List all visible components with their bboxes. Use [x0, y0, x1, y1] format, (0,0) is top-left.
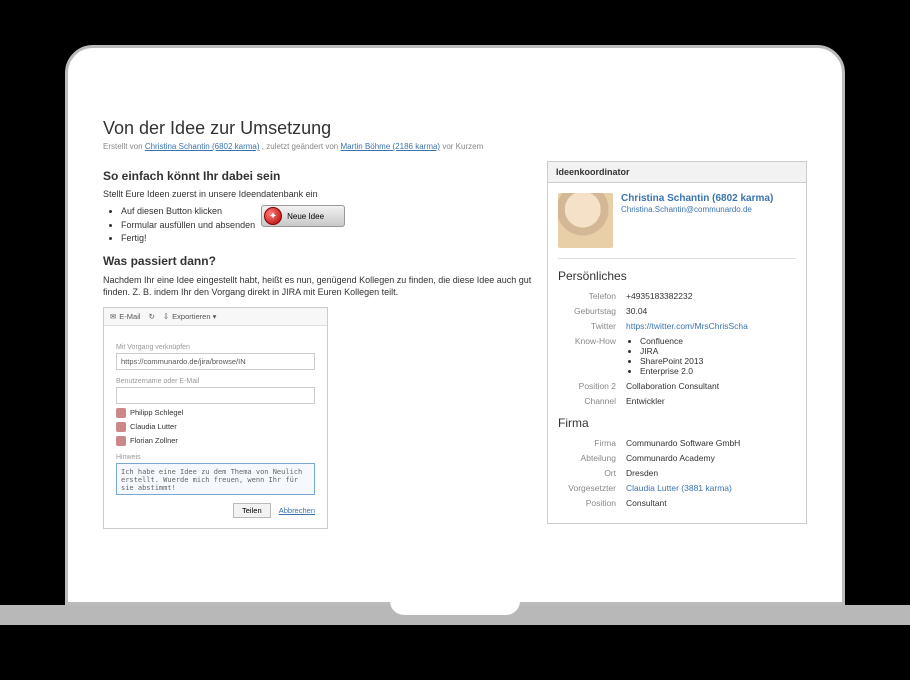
editor-link[interactable]: Martin Böhme (2186 karma)	[341, 142, 441, 151]
supervisor-link[interactable]: Claudia Lutter (3881 karma)	[626, 483, 732, 493]
lightbulb-icon: ✦	[264, 207, 282, 225]
birthday-value: 30.04	[626, 306, 796, 316]
profile-photo	[558, 193, 613, 248]
position-value: Consultant	[626, 498, 796, 508]
page-content: Von der Idee zur Umsetzung Erstellt von …	[68, 48, 842, 549]
share-tabs: ✉ E-Mail ↻ ⇩ Exportieren ▾	[104, 308, 327, 326]
sidebar: Ideenkoordinator Christina Schantin (680…	[547, 161, 807, 529]
channel-value: Entwickler	[626, 396, 796, 406]
abteilung-value: Communardo Academy	[626, 453, 796, 463]
user-chip[interactable]: Florian Zollner	[116, 436, 315, 446]
link-input[interactable]	[116, 353, 315, 370]
body-text: Nachdem Ihr eine Idee eingestellt habt, …	[103, 274, 533, 299]
steps-list: Auf diesen Button klicken Formular ausfü…	[103, 205, 255, 246]
laptop-notch	[390, 605, 520, 625]
note-label: Hinweis	[116, 454, 315, 461]
avatar-icon	[116, 436, 126, 446]
share-panel: ✉ E-Mail ↻ ⇩ Exportieren ▾ Mit Vorgang v…	[103, 307, 328, 529]
personal-head: Persönliches	[558, 269, 796, 283]
note-textarea[interactable]: Ich habe eine Idee zu dem Thema von Neul…	[116, 463, 315, 495]
user-chip[interactable]: Philipp Schlegel	[116, 408, 315, 418]
telefon-value: +4935183382232	[626, 291, 796, 301]
profile-email-link[interactable]: Christina.Schantin@communardo.de	[621, 205, 752, 214]
page-title: Von der Idee zur Umsetzung	[103, 118, 807, 139]
coordinator-card: Ideenkoordinator Christina Schantin (680…	[547, 161, 807, 524]
knowhow-list: Confluence JIRA SharePoint 2013 Enterpri…	[626, 336, 796, 376]
section-head-1: So einfach könnt Ihr dabei sein	[103, 169, 533, 183]
link-label: Mit Vorgang verknüpfen	[116, 344, 315, 351]
user-chip[interactable]: Claudia Lutter	[116, 422, 315, 432]
avatar-icon	[116, 408, 126, 418]
section-head-2: Was passiert dann?	[103, 254, 533, 268]
tab-export[interactable]: ⇩ Exportieren ▾	[163, 312, 217, 321]
profile-name-link[interactable]: Christina Schantin (6802 karma)	[621, 193, 773, 204]
tab-email[interactable]: ✉ E-Mail	[110, 312, 141, 321]
laptop-screen: Von der Idee zur Umsetzung Erstellt von …	[65, 45, 845, 605]
card-header: Ideenkoordinator	[548, 162, 806, 183]
list-item: Auf diesen Button klicken	[121, 205, 255, 219]
avatar-icon	[116, 422, 126, 432]
author-link[interactable]: Christina Schantin (6802 karma)	[145, 142, 260, 151]
firma-value: Communardo Software GmbH	[626, 438, 796, 448]
list-item: Formular ausfüllen und absenden	[121, 219, 255, 233]
tab-refresh[interactable]: ↻	[149, 312, 155, 321]
twitter-link[interactable]: https://twitter.com/MrsChrisScha	[626, 321, 748, 331]
list-item: Fertig!	[121, 232, 255, 246]
ort-value: Dresden	[626, 468, 796, 478]
user-input[interactable]	[116, 387, 315, 404]
intro-text: Stellt Eure Ideen zuerst in unsere Ideen…	[103, 189, 533, 199]
position2-value: Collaboration Consultant	[626, 381, 796, 391]
main-column: So einfach könnt Ihr dabei sein Stellt E…	[103, 161, 533, 529]
new-idea-button[interactable]: ✦ Neue Idee	[261, 205, 345, 227]
share-submit-button[interactable]: Teilen	[233, 503, 271, 518]
user-label: Benutzername oder E-Mail	[116, 378, 315, 385]
page-meta: Erstellt von Christina Schantin (6802 ka…	[103, 142, 807, 151]
cancel-link[interactable]: Abbrechen	[279, 506, 315, 515]
firma-head: Firma	[558, 416, 796, 430]
